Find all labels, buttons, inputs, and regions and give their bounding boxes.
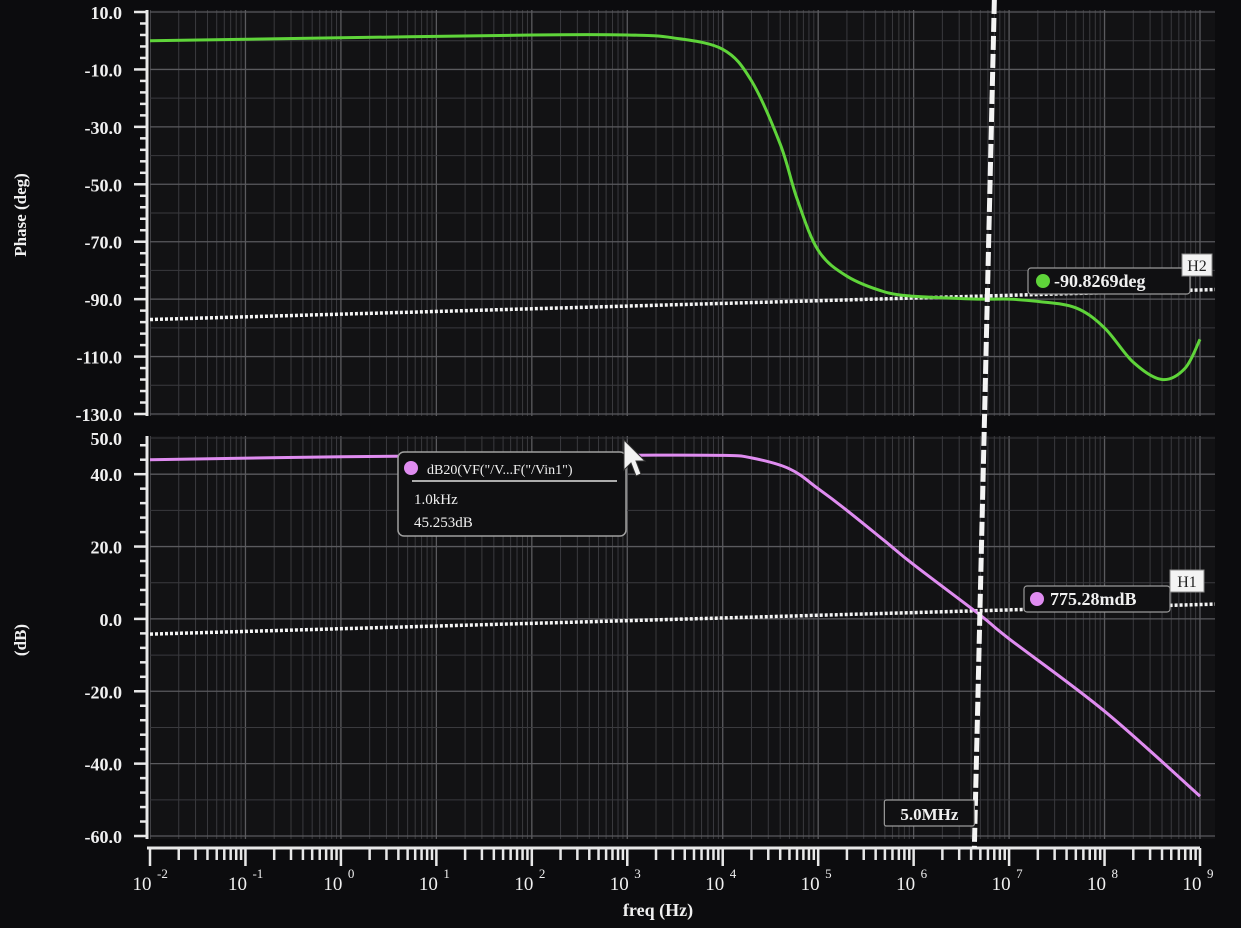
x-axis-label: freq (Hz)	[623, 900, 693, 921]
bode-plot-svg: 10.0-10.0-30.0-50.0-70.0-90.0-110.0-130.…	[11, 0, 1215, 921]
x-tick-label: 10	[323, 874, 342, 895]
phase-y-ticks: 10.0 -10.0 -30.0 -50.0 -70.0 -90.0 -110.0 -130.…	[76, 3, 147, 425]
y-tick-label: -90.0	[85, 290, 123, 310]
data-tooltip: dB20(VF("/V...F("/Vin1") 1.0kHz 45.253dB	[397, 451, 627, 537]
x-tick-exponent: 9	[1207, 866, 1214, 881]
x-tick-label: 10	[992, 874, 1011, 895]
y-tick-label: -110.0	[76, 348, 122, 368]
h2-marker-tag-label: H2	[1187, 258, 1207, 275]
y-tick-label: -10.0	[85, 60, 123, 80]
y-tick-label: -30.0	[85, 118, 123, 138]
h1-marker-tag-label: H1	[1177, 574, 1197, 591]
x-tick-exponent: 6	[921, 866, 928, 881]
x-tick-label: 10	[705, 874, 724, 895]
y-tick-label: 0.0	[100, 610, 123, 630]
tooltip-series-dot	[404, 461, 418, 475]
x-tick-label: 10	[1087, 874, 1106, 895]
x-tick-exponent: 4	[730, 866, 737, 881]
h1-marker-value: 775.28mdB	[1050, 589, 1137, 609]
magnitude-y-axis-label: (dB)	[11, 624, 30, 656]
y-tick-label: -20.0	[85, 682, 123, 702]
y-tick-label: -130.0	[76, 405, 123, 425]
x-tick-exponent: -1	[252, 866, 263, 881]
x-tick-label: 10	[1183, 874, 1202, 895]
y-tick-label: 20.0	[91, 538, 123, 558]
x-tick-exponent: 8	[1112, 866, 1119, 881]
x-tick-label: 10	[610, 874, 629, 895]
y-tick-label: -60.0	[85, 827, 123, 847]
vertical-marker-label-box[interactable]: 5.0MHz	[883, 799, 975, 827]
x-tick-label: 10	[228, 874, 247, 895]
y-tick-label: -70.0	[85, 233, 123, 253]
x-tick-label: 10	[801, 874, 820, 895]
x-ticks: 10 -2 10 -1 10 0 10 1 10 2 10 3 10 4 10 5 10 6 10 7 10 8 10 9	[133, 848, 1214, 895]
magnitude-plot-area[interactable]	[150, 436, 1215, 839]
y-tick-label: -40.0	[85, 755, 123, 775]
x-tick-label: 10	[133, 874, 152, 895]
y-tick-label: 50.0	[91, 429, 123, 449]
x-tick-exponent: -2	[157, 866, 168, 881]
x-tick-label: 10	[419, 874, 438, 895]
tooltip-series-name: dB20(VF("/V...F("/Vin1")	[427, 463, 573, 478]
x-tick-exponent: 5	[825, 866, 832, 881]
x-tick-exponent: 1	[443, 866, 450, 881]
x-tick-exponent: 7	[1016, 866, 1023, 881]
bode-plot-window: 10.0 -10.0 -30.0 -50.0 -70.0 -90.0 -110.0 -130.…	[0, 0, 1241, 923]
y-tick-label: 10.0	[91, 3, 123, 23]
h2-marker-dot	[1036, 274, 1050, 288]
h1-marker-dot	[1030, 592, 1044, 606]
tooltip-y-value: 45.253dB	[414, 515, 473, 531]
h2-marker-value: -90.8269deg	[1054, 271, 1146, 291]
tooltip-x-value: 1.0kHz	[414, 492, 458, 508]
y-tick-label: 40.0	[91, 465, 123, 485]
x-tick-label: 10	[896, 874, 915, 895]
x-tick-exponent: 0	[348, 866, 355, 881]
magnitude-y-ticks: 50.0 40.0 20.0 0.0 -20.0 -40.0 -60.0	[85, 429, 147, 847]
x-tick-exponent: 2	[539, 866, 546, 881]
x-tick-exponent: 3	[634, 866, 641, 881]
y-tick-label: -50.0	[85, 175, 123, 195]
x-tick-label: 10	[514, 874, 533, 895]
vertical-marker-label: 5.0MHz	[900, 805, 959, 824]
phase-y-axis-label: Phase (deg)	[11, 173, 30, 257]
